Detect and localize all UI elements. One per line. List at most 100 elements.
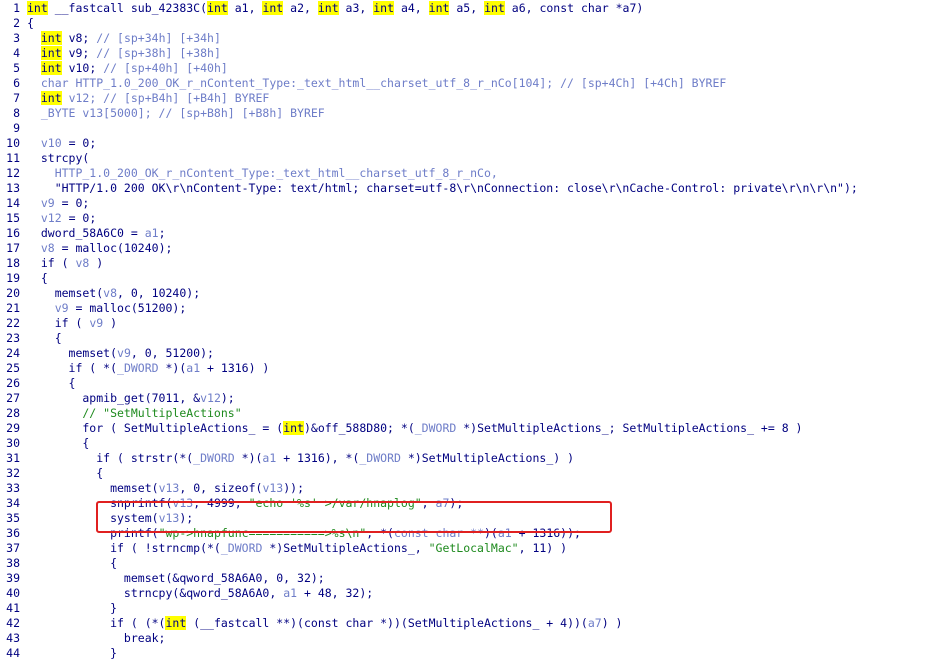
line-number: 37	[6, 541, 20, 555]
line-number: 4	[13, 46, 20, 60]
code-token: v8	[75, 256, 90, 270]
code-token: v8;	[61, 31, 97, 45]
code-lines: 1 int __fastcall sub_42383C(int a1, int a…	[0, 1, 936, 661]
code-text: // "SetMultipleActions"	[27, 406, 241, 421]
code-token: int	[428, 1, 450, 15]
code-token: // [sp+4Ch] [+4Ch] BYREF	[560, 76, 727, 90]
code-line[interactable]: 8 _BYTE v13[5000]; // [sp+B8h] [+B8h] BY…	[0, 106, 936, 121]
code-token: dword_58A6C0 =	[27, 226, 145, 240]
line-number: 24	[6, 346, 20, 360]
code-text: v8 = malloc(10240);	[27, 241, 173, 256]
code-line[interactable]: 22 if ( v9 )	[0, 316, 936, 331]
code-line[interactable]: 43 break;	[0, 631, 936, 646]
code-line[interactable]: 7 int v12; // [sp+B4h] [+B4h] BYREF	[0, 91, 936, 106]
code-line[interactable]: 26 {	[0, 376, 936, 391]
code-line[interactable]: 19 {	[0, 271, 936, 286]
code-line[interactable]: 31 if ( strstr(*(_DWORD *)(a1 + 1316), *…	[0, 451, 936, 466]
line-number: 7	[13, 91, 20, 105]
code-token: int	[484, 1, 505, 15]
line-number: 19	[6, 271, 20, 285]
code-line[interactable]: 33 memset(v13, 0, sizeof(v13));	[0, 481, 936, 496]
code-text: "HTTP/1.0 200 OK\r\nContent-Type: text/h…	[27, 181, 858, 196]
code-line[interactable]: 37 if ( !strncmp(*(_DWORD *)SetMultipleA…	[0, 541, 936, 556]
code-line[interactable]: 21 v9 = malloc(51200);	[0, 301, 936, 316]
code-token: v12	[200, 391, 221, 405]
code-token: a4,	[394, 1, 429, 15]
line-number: 28	[6, 406, 20, 420]
code-text: {	[27, 466, 103, 481]
code-line[interactable]: 3 int v8; // [sp+34h] [+34h]	[0, 31, 936, 46]
code-line[interactable]: 41 }	[0, 601, 936, 616]
code-token: int	[262, 1, 284, 15]
code-line[interactable]: 17 v8 = malloc(10240);	[0, 241, 936, 256]
pseudocode-view[interactable]: 1 int __fastcall sub_42383C(int a1, int a…	[0, 0, 936, 666]
code-token: v10;	[61, 61, 104, 75]
code-line[interactable]: 4 int v9; // [sp+38h] [+38h]	[0, 46, 936, 61]
code-line[interactable]: 12 HTTP_1.0_200_OK_r_nContent_Type:_text…	[0, 166, 936, 181]
code-text: int v8; // [sp+34h] [+34h]	[27, 31, 221, 46]
code-line[interactable]: 15 v12 = 0;	[0, 211, 936, 226]
code-line[interactable]: 28 // "SetMultipleActions"	[0, 406, 936, 421]
code-line[interactable]: 5 int v10; // [sp+40h] [+40h]	[0, 61, 936, 76]
code-line[interactable]: 13 "HTTP/1.0 200 OK\r\nContent-Type: tex…	[0, 181, 936, 196]
line-number: 43	[6, 631, 20, 645]
code-token: *)SetMultipleActions_) )	[400, 451, 575, 465]
code-line[interactable]: 42 if ( (*(int (__fastcall **)(const cha…	[0, 616, 936, 631]
code-text: if ( strstr(*(_DWORD *)(a1 + 1316), *(_D…	[27, 451, 574, 466]
code-token: v13	[262, 481, 284, 495]
code-token: HTTP_1.0_200_OK_r_nContent_Type:_text_ht…	[27, 166, 498, 180]
code-line[interactable]: 44 }	[0, 646, 936, 661]
code-token: int	[40, 46, 62, 60]
code-token: // [sp+40h] [+40h]	[103, 61, 228, 75]
line-number: 8	[13, 106, 20, 120]
code-token: }	[27, 646, 118, 660]
line-number: 5	[13, 61, 20, 75]
code-token: apmib_get(7011, &	[27, 391, 201, 405]
line-number: 14	[6, 196, 20, 210]
line-number: 20	[6, 286, 20, 300]
code-line[interactable]: 23 {	[0, 331, 936, 346]
code-line[interactable]: 39 memset(&qword_58A6A0, 0, 32);	[0, 571, 936, 586]
code-line[interactable]: 24 memset(v9, 0, 51200);	[0, 346, 936, 361]
code-line[interactable]: 20 memset(v8, 0, 10240);	[0, 286, 936, 301]
code-token: v8	[40, 241, 55, 255]
code-token: = 0;	[54, 196, 90, 210]
code-text: HTTP_1.0_200_OK_r_nContent_Type:_text_ht…	[27, 166, 498, 181]
code-line[interactable]: 38 {	[0, 556, 936, 571]
line-number: 23	[6, 331, 20, 345]
code-token: *)(	[234, 451, 263, 465]
code-line[interactable]: 9	[0, 121, 936, 136]
code-token: + 1316), *(	[276, 451, 360, 465]
code-line[interactable]: 16 dword_58A6C0 = a1;	[0, 226, 936, 241]
code-line[interactable]: 40 strncpy(&qword_58A6A0, a1 + 48, 32);	[0, 586, 936, 601]
code-text: if ( *(_DWORD *)(a1 + 1316) )	[27, 361, 270, 376]
code-line[interactable]: 1 int __fastcall sub_42383C(int a1, int a…	[0, 1, 936, 16]
code-token: a3,	[338, 1, 374, 15]
code-token: *)SetMultipleActions_,	[262, 541, 429, 555]
code-text: {	[27, 376, 76, 391]
code-line[interactable]: 18 if ( v8 )	[0, 256, 936, 271]
code-line[interactable]: 14 v9 = 0;	[0, 196, 936, 211]
code-line[interactable]: 11 strcpy(	[0, 151, 936, 166]
code-token: _DWORD	[117, 361, 159, 375]
code-line[interactable]: 27 apmib_get(7011, &v12);	[0, 391, 936, 406]
code-line[interactable]: 25 if ( *(_DWORD *)(a1 + 1316) )	[0, 361, 936, 376]
code-line[interactable]: 10 v10 = 0;	[0, 136, 936, 151]
code-token: _DWORD	[359, 451, 401, 465]
code-text: _BYTE v13[5000]; // [sp+B8h] [+B8h] BYRE…	[27, 106, 325, 121]
line-number: 10	[6, 136, 20, 150]
code-token: a5,	[449, 1, 485, 15]
code-line[interactable]: 6 char HTTP_1.0_200_OK_r_nContent_Type:_…	[0, 76, 936, 91]
code-token: )	[89, 256, 104, 270]
code-line[interactable]: 30 {	[0, 436, 936, 451]
code-token: (__fastcall **)(const char *))(SetMultip…	[186, 616, 588, 630]
code-token: + 48, 32);	[297, 586, 374, 600]
code-token: = 0;	[61, 211, 97, 225]
code-line[interactable]: 32 {	[0, 466, 936, 481]
code-line[interactable]: 29 for ( SetMultipleActions_ = (int)&off…	[0, 421, 936, 436]
code-token: __fastcall sub_42383C(	[47, 1, 208, 15]
code-line[interactable]: 2{	[0, 16, 936, 31]
